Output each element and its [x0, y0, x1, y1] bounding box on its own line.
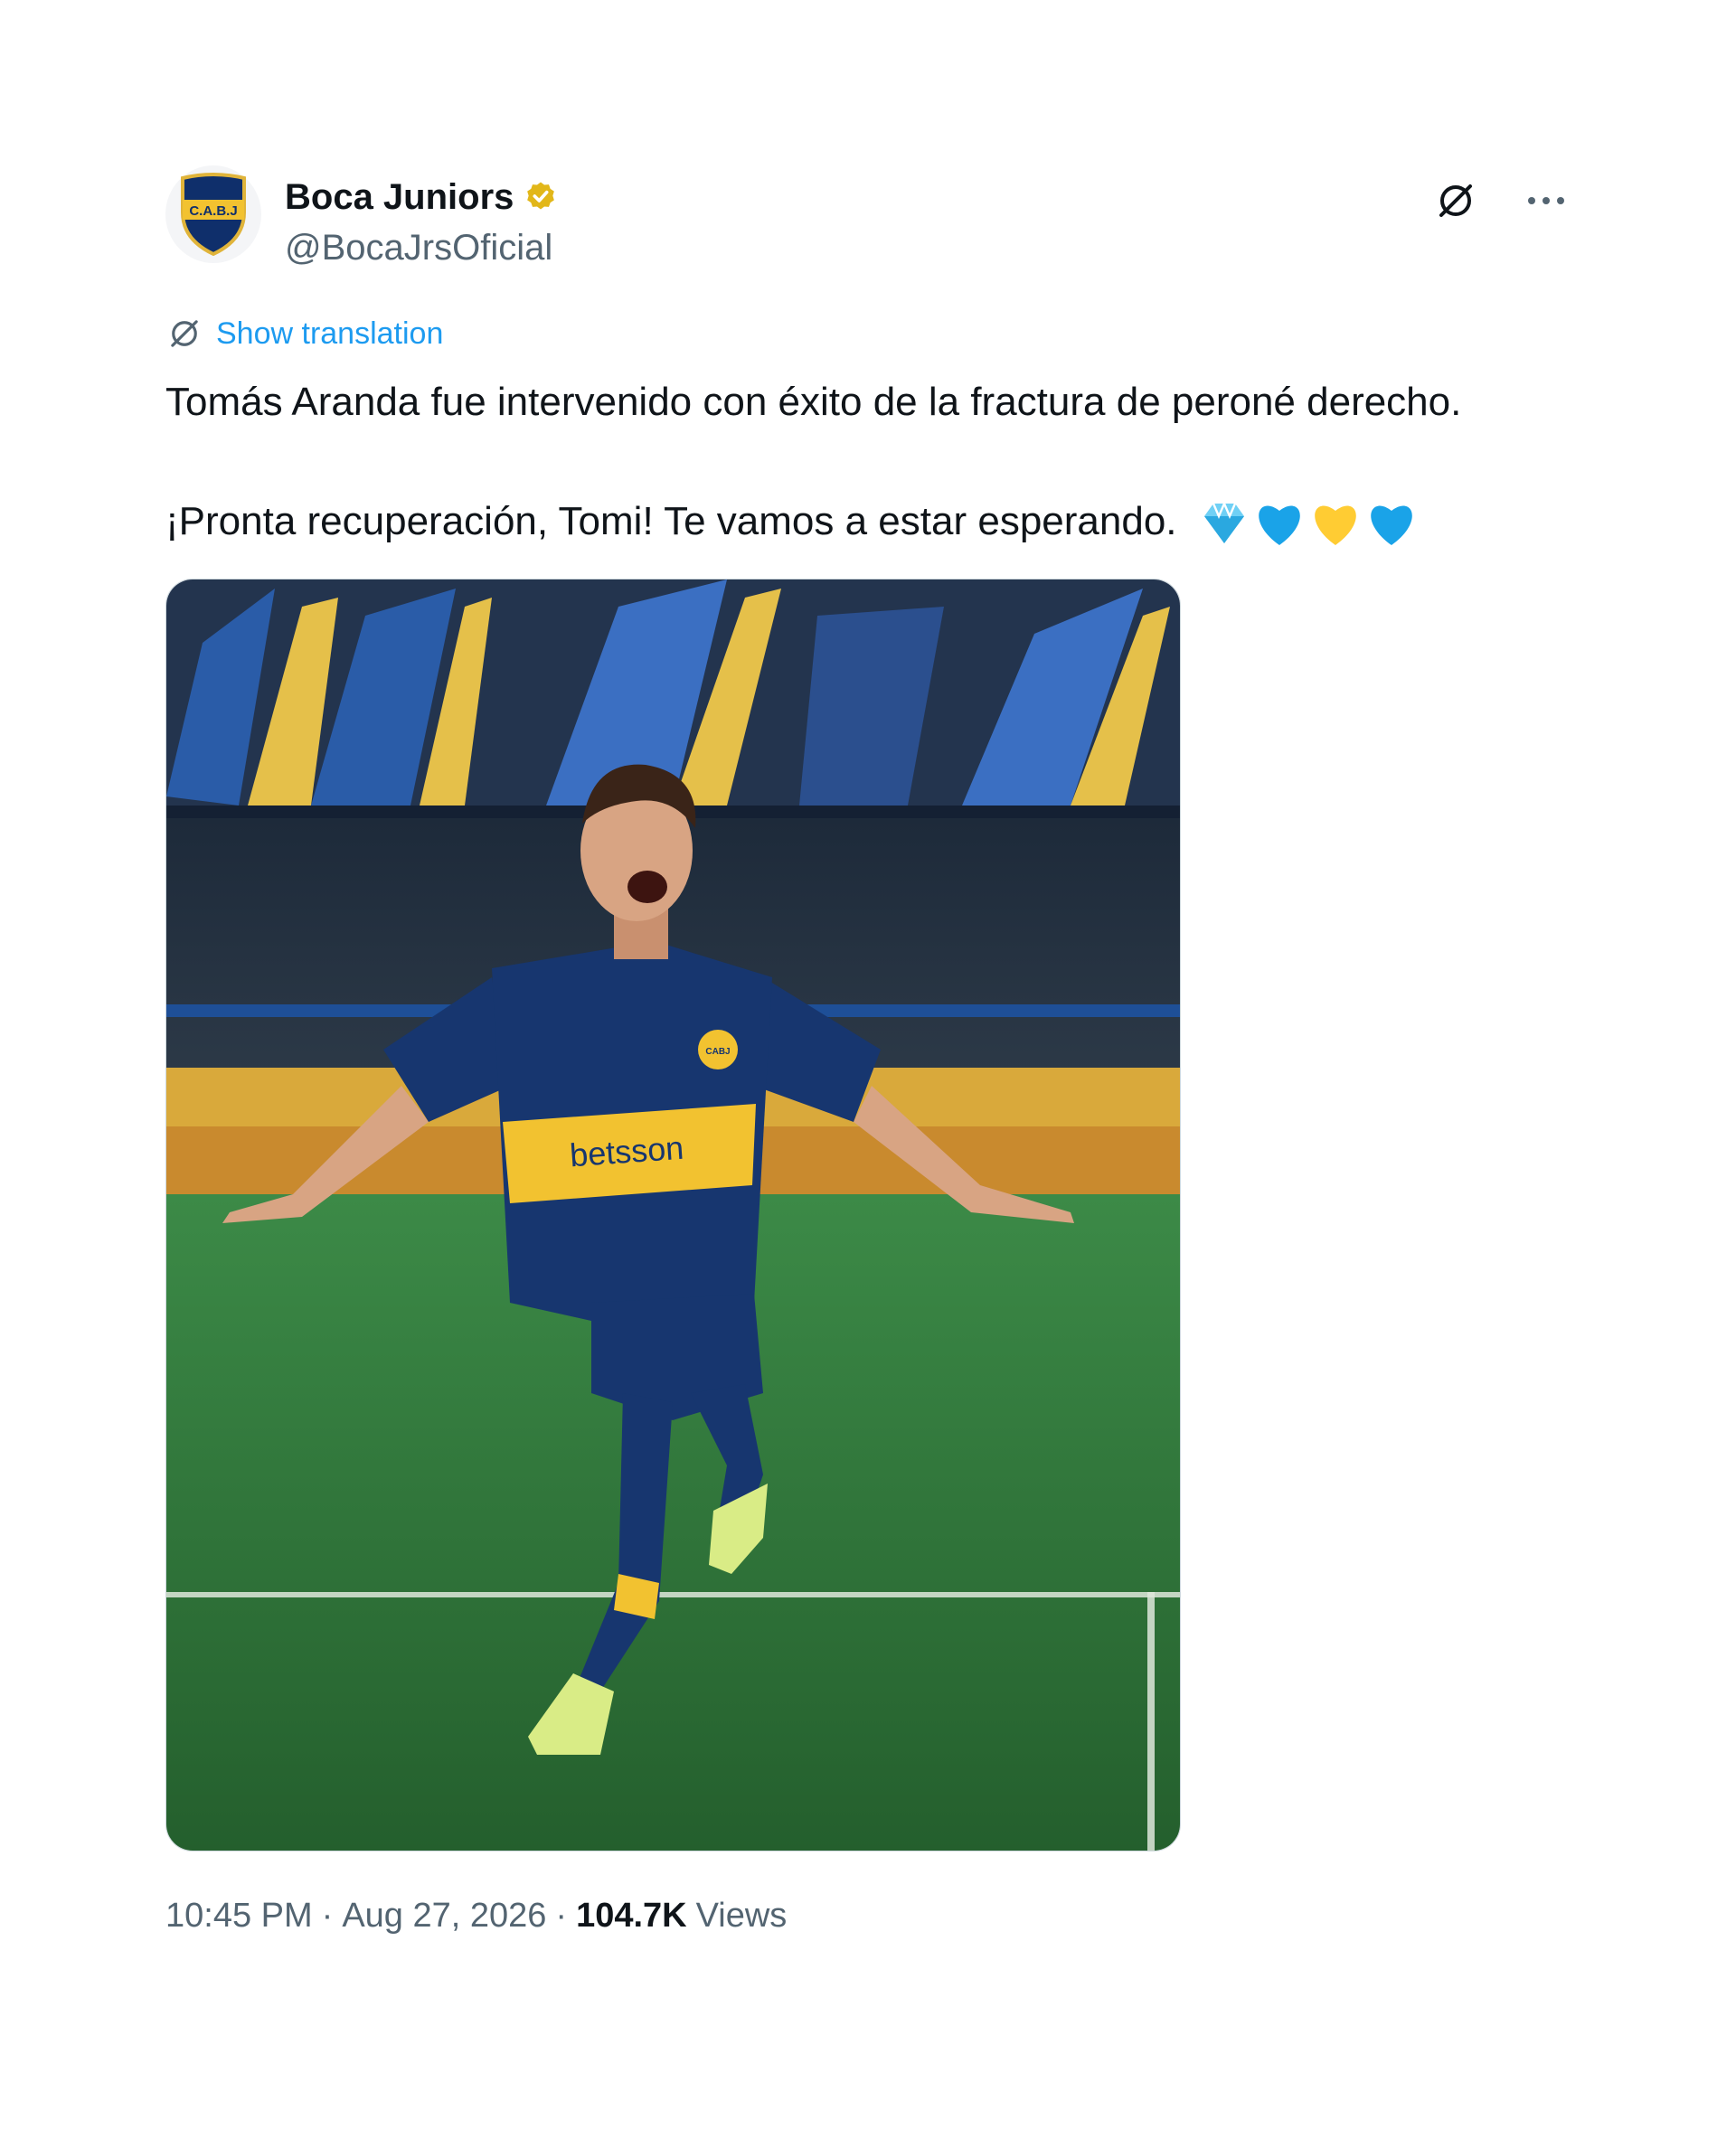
tweet-meta: 10:45 PM · Aug 27, 2026 · 104.7K Views — [165, 1897, 787, 1936]
grok-icon — [1439, 184, 1472, 217]
show-translation-link[interactable]: Show translation — [165, 315, 443, 353]
tweet-date[interactable]: Aug 27, 2026 — [342, 1897, 546, 1936]
more-button[interactable] — [1519, 174, 1573, 228]
tweet-line-1: Tomás Aranda fue intervenido con éxito d… — [165, 380, 1462, 424]
meta-separator: · — [555, 1897, 568, 1935]
meta-separator: · — [321, 1897, 334, 1935]
tweet-photo[interactable]: betsson CABJ — [165, 579, 1181, 1851]
svg-text:betsson: betsson — [569, 1129, 685, 1174]
svg-text:C.A.B.J: C.A.B.J — [189, 203, 237, 219]
blue-heart-emoji-icon — [1258, 505, 1300, 546]
emoji-row — [1199, 500, 1418, 547]
tweet-text: Tomás Aranda fue intervenido con éxito d… — [165, 372, 1576, 551]
player-celebration-image: betsson CABJ — [166, 579, 1180, 1851]
more-icon — [1528, 197, 1564, 204]
views-count: 104.7K — [576, 1897, 687, 1935]
tweet-line-2: ¡Pronta recuperación, Tomi! Te vamos a e… — [165, 492, 1576, 551]
blue-heart-emoji-icon — [1370, 505, 1412, 546]
views-label: Views — [695, 1897, 788, 1935]
show-translation-label: Show translation — [216, 316, 444, 351]
svg-text:CABJ: CABJ — [705, 1047, 730, 1057]
tweet-line-2-text: ¡Pronta recuperación, Tomi! Te vamos a e… — [165, 499, 1177, 543]
tweet-time[interactable]: 10:45 PM — [165, 1897, 313, 1936]
author-handle[interactable]: @BocaJrsOficial — [285, 228, 552, 268]
avatar[interactable]: C.A.B.J — [165, 165, 261, 263]
verified-badge-icon — [527, 182, 555, 209]
cabj-crest-icon: C.A.B.J — [181, 173, 246, 256]
translate-icon — [171, 320, 198, 347]
grok-button[interactable] — [1429, 174, 1483, 228]
yellow-heart-emoji-icon — [1314, 505, 1356, 546]
author-name[interactable]: Boca Juniors — [285, 177, 514, 218]
gem-emoji-icon — [1203, 501, 1244, 544]
